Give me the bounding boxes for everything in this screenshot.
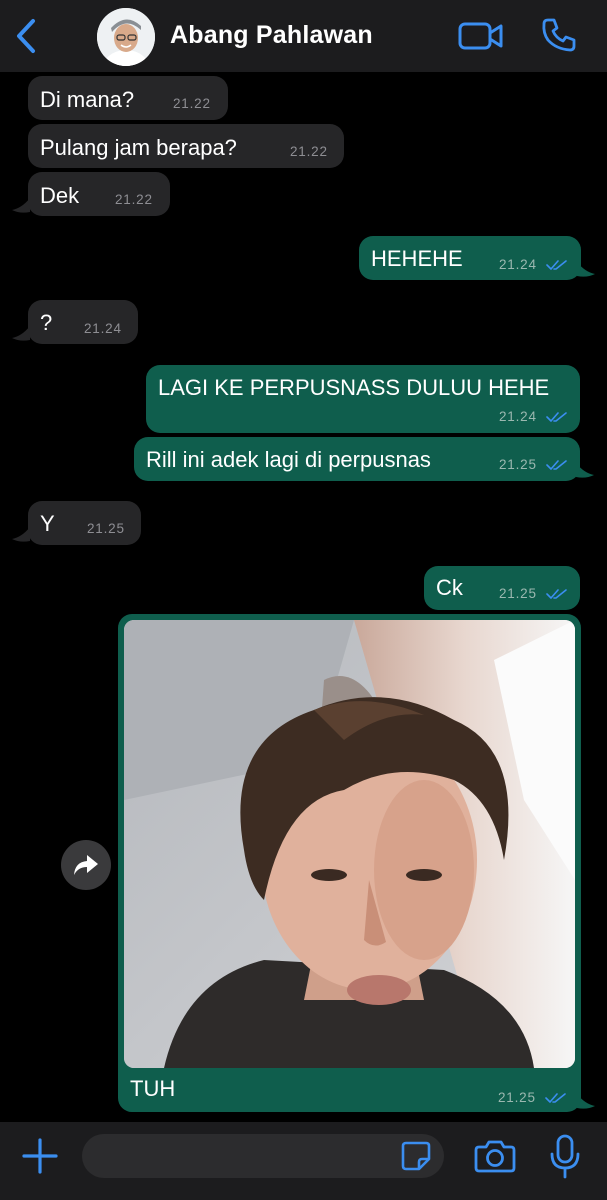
message-text: Y — [40, 511, 55, 536]
message-input[interactable] — [82, 1134, 444, 1178]
message-incoming[interactable]: Y 21.25 — [28, 501, 141, 545]
message-time: 21.24 — [499, 409, 537, 424]
microphone-button[interactable] — [548, 1134, 582, 1180]
video-camera-icon — [458, 22, 503, 50]
message-time: 21.25 — [87, 521, 125, 536]
camera-button[interactable] — [474, 1138, 516, 1174]
phone-icon — [542, 18, 576, 52]
message-outgoing[interactable]: Rill ini adek lagi di perpusnas 21.25 — [134, 437, 580, 481]
read-receipt-icon — [545, 1093, 566, 1103]
message-outgoing[interactable]: LAGI KE PERPUSNASS DULUU HEHE 21.24 — [146, 365, 580, 433]
microphone-icon — [550, 1134, 580, 1179]
message-incoming[interactable]: Di mana? 21.22 — [28, 76, 228, 120]
photo-caption: TUH — [130, 1076, 176, 1101]
chat-screen: Abang Pahlawan Di mana? 21.22 Pulang jam… — [0, 0, 607, 1200]
message-outgoing-photo[interactable]: TUH 21.25 — [118, 614, 581, 1112]
plus-icon — [22, 1138, 58, 1174]
message-text: Dek — [40, 183, 80, 208]
camera-icon — [474, 1140, 516, 1173]
sticker-icon — [401, 1141, 431, 1171]
message-outgoing[interactable]: Ck 21.25 — [424, 566, 580, 610]
contact-name[interactable]: Abang Pahlawan — [170, 21, 373, 50]
message-time: 21.25 — [499, 457, 537, 472]
read-receipt-icon — [546, 460, 567, 470]
read-receipt-icon — [546, 589, 567, 599]
read-receipt-icon — [546, 260, 567, 270]
message-text: Ck — [436, 575, 463, 600]
back-button[interactable] — [10, 16, 42, 56]
message-outgoing[interactable]: HEHEHE 21.24 — [359, 236, 581, 280]
message-time: 21.24 — [499, 257, 537, 272]
attach-button[interactable] — [20, 1136, 60, 1176]
voice-call-button[interactable] — [540, 16, 578, 54]
message-text: Pulang jam berapa? — [40, 135, 237, 160]
contact-avatar[interactable] — [97, 8, 155, 66]
forward-icon — [74, 855, 98, 875]
message-text: LAGI KE PERPUSNASS DULUU HEHE — [158, 375, 550, 400]
chevron-left-icon — [17, 19, 35, 53]
message-text: Rill ini adek lagi di perpusnas — [146, 447, 431, 472]
message-incoming[interactable]: Pulang jam berapa? 21.22 — [28, 124, 344, 168]
message-time: 21.22 — [115, 192, 153, 207]
forward-button[interactable] — [61, 840, 111, 890]
message-time: 21.25 — [499, 586, 537, 601]
message-time: 21.22 — [173, 96, 211, 111]
message-text: HEHEHE — [371, 246, 463, 271]
message-input-bar — [0, 1122, 607, 1200]
message-incoming[interactable]: Dek 21.22 — [28, 172, 170, 216]
message-time: 21.24 — [84, 321, 122, 336]
message-text: ? — [40, 310, 53, 335]
video-call-button[interactable] — [458, 18, 504, 54]
message-text: Di mana? — [40, 87, 135, 112]
read-receipt-icon — [546, 412, 567, 422]
message-incoming[interactable]: ? 21.24 — [28, 300, 138, 344]
photo-attachment[interactable] — [124, 620, 575, 1068]
chat-header: Abang Pahlawan — [0, 0, 607, 72]
message-time: 21.25 — [498, 1090, 536, 1105]
sticker-button[interactable] — [400, 1140, 432, 1172]
message-time: 21.22 — [290, 144, 328, 159]
